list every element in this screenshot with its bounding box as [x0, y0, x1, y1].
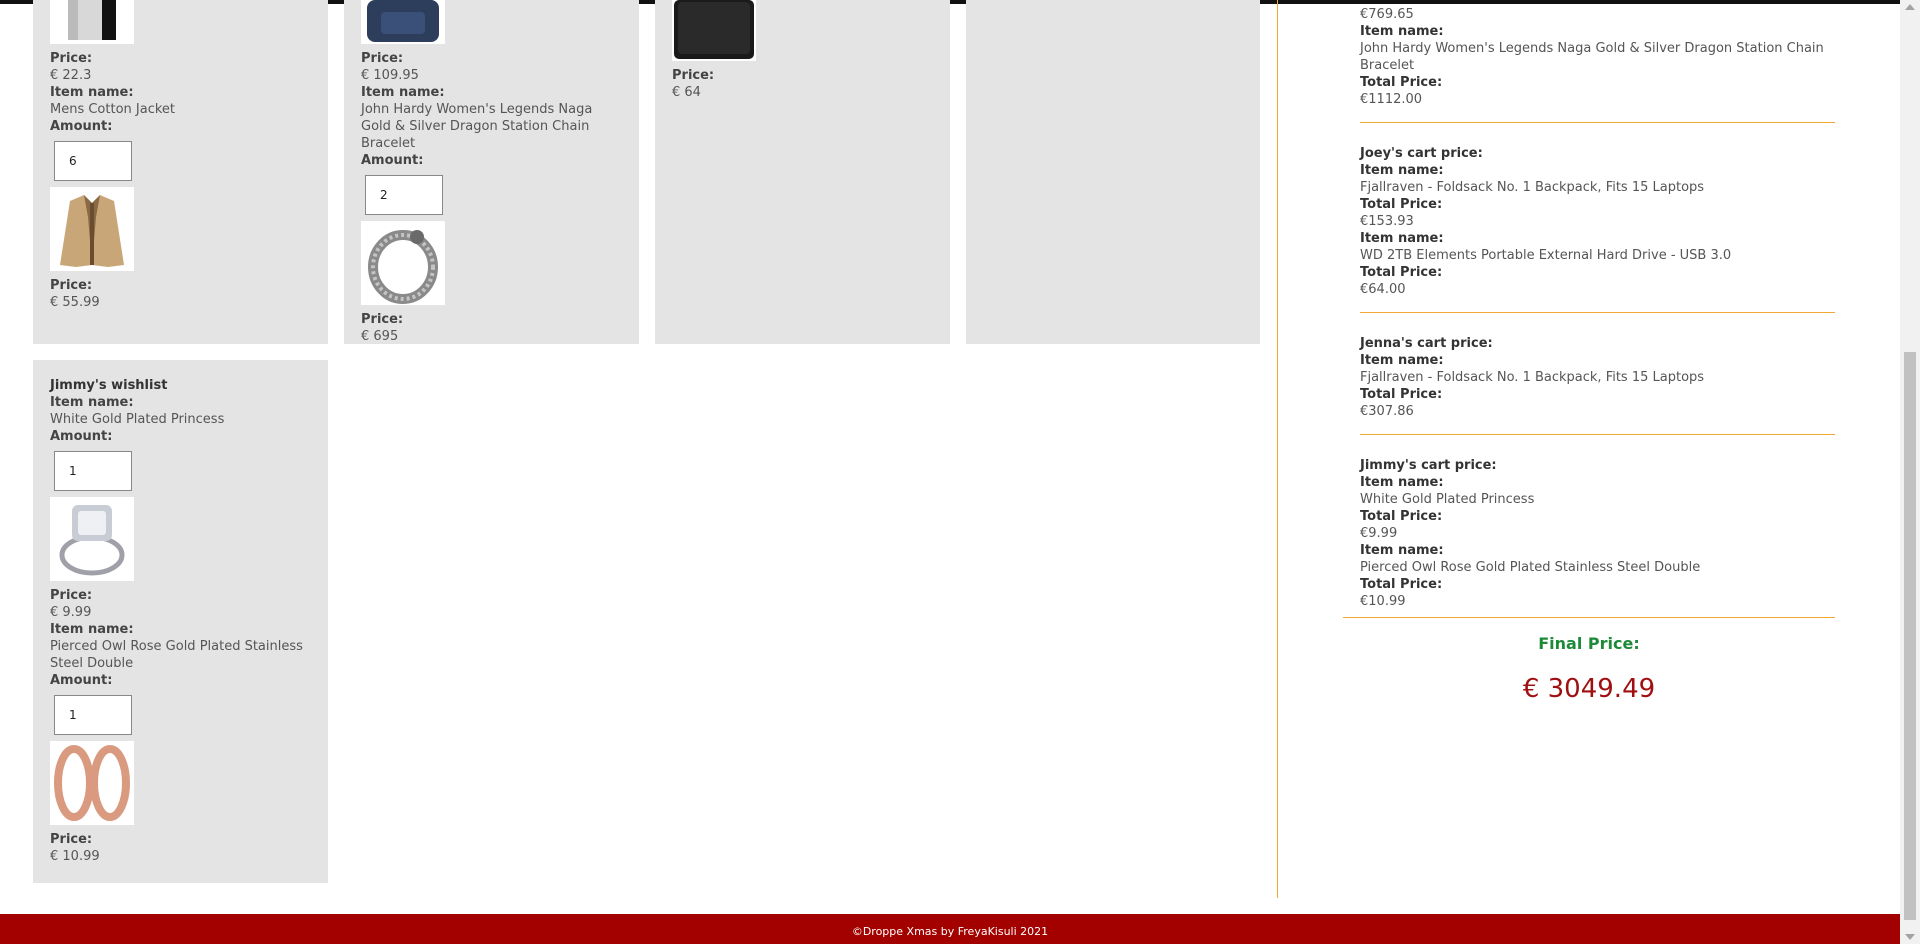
item-name-label: Item name: — [1360, 231, 1444, 246]
price-value: € 22.3 — [50, 68, 92, 83]
product-image-bracelet — [361, 221, 445, 305]
item-name-value: Fjallraven - Foldsack No. 1 Backpack, Fi… — [1360, 180, 1705, 195]
item-name-value: White Gold Plated Princess — [50, 412, 225, 427]
amount-label: Amount: — [361, 153, 424, 168]
item-name-value: Pierced Owl Rose Gold Plated Stainless S… — [1360, 560, 1701, 575]
product-image-hard-drive — [672, 0, 756, 61]
final-divider — [1343, 617, 1835, 618]
final-price-label: Final Price: — [1538, 634, 1640, 653]
price-label: Price: — [361, 51, 404, 66]
wishlist-card: Price: € 64 — [655, 0, 950, 344]
item-name-label: Item name: — [1360, 475, 1444, 490]
total-price-label: Total Price: — [1360, 509, 1443, 524]
total-price-value: €769.65 — [1360, 7, 1414, 22]
column-divider — [1277, 0, 1278, 898]
scrollbar-thumb[interactable] — [1904, 352, 1916, 920]
total-price-label: Total Price: — [1360, 75, 1443, 90]
item-name-label: Item name: — [50, 85, 134, 100]
total-price-value: €9.99 — [1360, 526, 1398, 541]
cart-title: Jenna's cart price: — [1360, 336, 1493, 351]
item-name-value: Pierced Owl Rose Gold Plated Stainless S… — [50, 639, 303, 671]
price-label: Price: — [672, 68, 715, 83]
wishlist-card-jimmy: Jimmy's wishlist Item name: White Gold P… — [33, 360, 328, 883]
item-name-value: White Gold Plated Princess — [1360, 492, 1535, 507]
total-price-value: €10.99 — [1360, 594, 1406, 609]
cart-block-joey: Joey's cart price: Item name: Fjallraven… — [1360, 145, 1835, 313]
product-image-backpack — [361, 0, 445, 44]
total-price-label: Total Price: — [1360, 265, 1443, 280]
price-label: Price: — [50, 278, 93, 293]
total-price-value: €64.00 — [1360, 282, 1406, 297]
item-name-label: Item name: — [50, 622, 134, 637]
price-label: Price: — [50, 51, 93, 66]
scroll-up-arrow-icon[interactable] — [1905, 4, 1915, 10]
item-name-value: WD 2TB Elements Portable External Hard D… — [1360, 248, 1732, 263]
final-price-value: € 3049.49 — [1522, 674, 1656, 704]
item-name-label: Item name: — [1360, 543, 1444, 558]
total-price-value: €307.86 — [1360, 404, 1414, 419]
price-value: € 9.99 — [50, 605, 92, 620]
total-price-label: Total Price: — [1360, 197, 1443, 212]
amount-label: Amount: — [50, 429, 113, 444]
amount-input[interactable]: 6 — [54, 141, 132, 181]
wishlist-card: Price: € 109.95 Item name: John Hardy Wo… — [344, 0, 639, 344]
cart-summary: €769.65 Item name: John Hardy Women's Le… — [1360, 6, 1835, 610]
item-name-value: John Hardy Women's Legends Naga Gold & S… — [361, 102, 593, 151]
product-image-ring — [50, 497, 134, 581]
price-value: € 109.95 — [361, 68, 419, 83]
price-value: € 695 — [361, 329, 399, 344]
cart-block-jimmy: Jimmy's cart price: Item name: White Gol… — [1360, 457, 1835, 610]
scroll-down-arrow-icon[interactable] — [1905, 934, 1915, 940]
wishlist-title: Jimmy's wishlist — [50, 378, 168, 393]
wishlist-card: Price: € 22.3 Item name: Mens Cotton Jac… — [33, 0, 328, 344]
item-name-label: Item name: — [361, 85, 445, 100]
amount-label: Amount: — [50, 673, 113, 688]
price-value: € 10.99 — [50, 849, 100, 864]
amount-input[interactable]: 2 — [365, 175, 443, 215]
cart-block-jenna: Jenna's cart price: Item name: Fjallrave… — [1360, 335, 1835, 435]
item-name-value: John Hardy Women's Legends Naga Gold & S… — [1360, 41, 1824, 73]
price-label: Price: — [50, 588, 93, 603]
product-image-rose-gold-plugs — [50, 741, 134, 825]
cart-title: Jimmy's cart price: — [1360, 458, 1497, 473]
vertical-scrollbar[interactable] — [1900, 0, 1920, 944]
cart-title: Joey's cart price: — [1360, 146, 1483, 161]
total-price-label: Total Price: — [1360, 387, 1443, 402]
price-label: Price: — [50, 832, 93, 847]
price-value: € 55.99 — [50, 295, 100, 310]
total-price-value: €153.93 — [1360, 214, 1414, 229]
item-name-label: Item name: — [1360, 163, 1444, 178]
amount-input[interactable]: 1 — [54, 695, 132, 735]
product-image-shirt — [50, 0, 134, 44]
price-label: Price: — [361, 312, 404, 327]
total-price-value: €1112.00 — [1360, 92, 1423, 107]
item-name-value: Mens Cotton Jacket — [50, 102, 176, 117]
amount-input[interactable]: 1 — [54, 451, 132, 491]
item-name-label: Item name: — [1360, 24, 1444, 39]
item-name-label: Item name: — [1360, 353, 1444, 368]
total-price-label: Total Price: — [1360, 577, 1443, 592]
footer: ©Droppe Xmas by FreyaKisuli 2021 — [0, 914, 1900, 944]
item-name-value: Fjallraven - Foldsack No. 1 Backpack, Fi… — [1360, 370, 1705, 385]
amount-label: Amount: — [50, 119, 113, 134]
wishlist-card — [966, 0, 1260, 344]
cart-block: €769.65 Item name: John Hardy Women's Le… — [1360, 6, 1835, 123]
price-value: € 64 — [672, 85, 701, 100]
footer-text: ©Droppe Xmas by FreyaKisuli 2021 — [851, 925, 1049, 938]
product-image-jacket — [50, 187, 134, 271]
item-name-label: Item name: — [50, 395, 134, 410]
